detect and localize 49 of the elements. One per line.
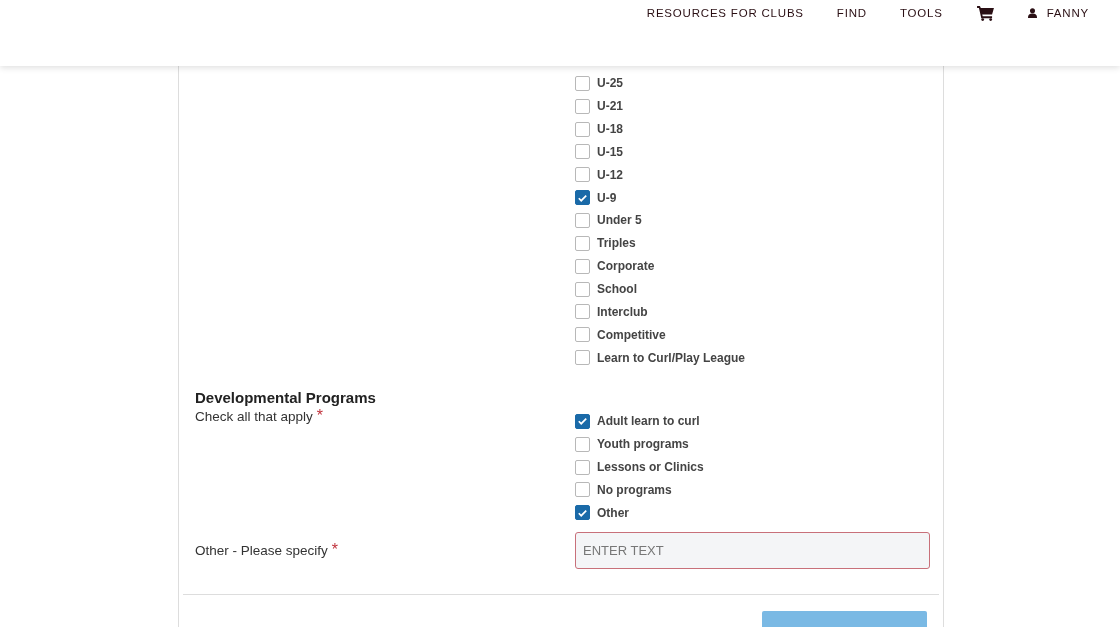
checkbox-label: Corporate: [597, 259, 655, 274]
checkbox[interactable]: [575, 144, 590, 160]
checkbox[interactable]: [575, 327, 590, 343]
checkbox-label: Youth programs: [597, 437, 689, 452]
user-menu[interactable]: FANNY: [1027, 7, 1089, 19]
checkbox-label: U-12: [597, 167, 623, 182]
checkbox-label: Other: [597, 505, 629, 520]
checkbox-label: No programs: [597, 482, 672, 497]
checkbox[interactable]: [575, 75, 590, 91]
field-label: Check all that apply: [195, 408, 313, 424]
section-title: Developmental Programs: [195, 388, 377, 407]
field-label: Other - Please specify: [195, 543, 328, 559]
checkbox-label: Interclub: [597, 304, 648, 319]
user-name: FANNY: [1046, 7, 1089, 19]
nav-link[interactable]: FIND: [836, 7, 867, 19]
nav-link[interactable]: TOOLS: [899, 7, 943, 19]
cart-icon[interactable]: [976, 5, 994, 21]
checkbox[interactable]: [575, 459, 590, 475]
checkbox-label: U-25: [597, 76, 623, 91]
checkbox[interactable]: [575, 436, 590, 452]
checkbox[interactable]: [575, 98, 590, 114]
nav-link[interactable]: RESOURCES FOR CLUBS: [646, 7, 804, 19]
checkbox[interactable]: [575, 258, 590, 274]
checkbox-label: U-18: [597, 122, 623, 137]
checkbox-label: School: [597, 282, 637, 296]
checkbox-label: U-9: [597, 190, 617, 205]
checkbox[interactable]: [575, 350, 590, 366]
checkbox[interactable]: [575, 235, 590, 251]
checkbox-label: Triples: [597, 236, 636, 251]
checkbox-label: Under 5: [597, 213, 642, 228]
user-icon: [1027, 8, 1037, 18]
checkbox[interactable]: [575, 190, 590, 206]
checkbox[interactable]: [575, 121, 590, 137]
checkbox-label: Competitive: [597, 327, 666, 342]
required-mark: *: [331, 541, 339, 559]
checkbox-label: Adult learn to curl: [597, 414, 700, 429]
checkbox-label: Lessons or Clinics: [597, 460, 704, 475]
checkbox-label: U-15: [597, 144, 623, 159]
checkbox[interactable]: [575, 413, 590, 429]
text-input-field[interactable]: ENTER TEXT: [575, 532, 930, 570]
checkbox[interactable]: [575, 505, 590, 521]
required-mark: *: [316, 406, 324, 424]
checkbox[interactable]: [575, 304, 590, 320]
checkbox-label: Learn to Curl/Play League: [597, 350, 746, 365]
checkbox[interactable]: [575, 167, 590, 183]
checkbox-label: U-21: [597, 99, 623, 114]
checkbox[interactable]: [575, 213, 590, 228]
checkbox[interactable]: [575, 281, 590, 297]
checkbox[interactable]: [575, 482, 590, 498]
